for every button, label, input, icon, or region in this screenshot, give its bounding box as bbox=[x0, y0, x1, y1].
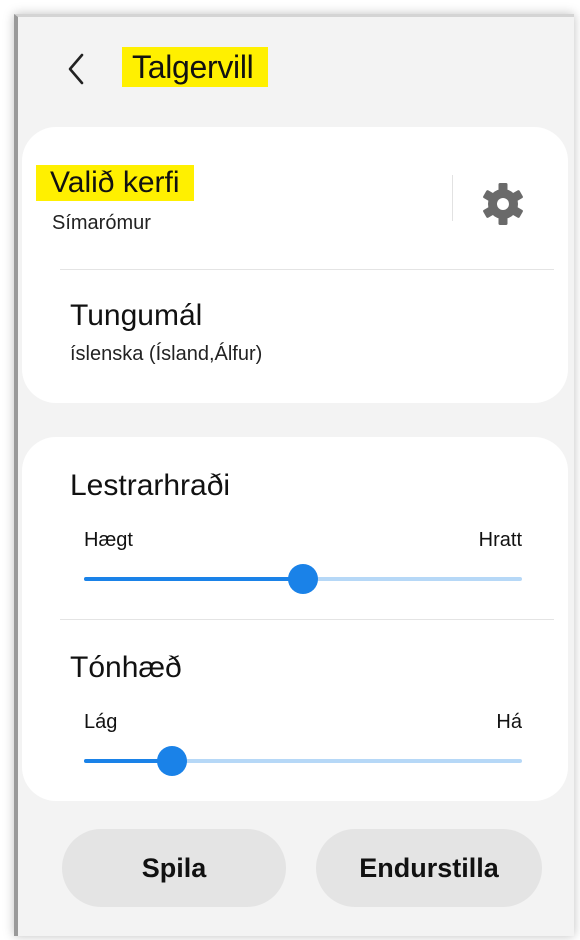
language-row[interactable]: Tungumál íslenska (Ísland,Álfur) bbox=[22, 269, 568, 403]
reset-button[interactable]: Endurstilla bbox=[316, 829, 542, 907]
back-button[interactable] bbox=[62, 47, 92, 91]
speech-controls-card: Lestrarhraði Hægt Hratt Tónhæð Lág Há bbox=[22, 437, 568, 801]
speech-rate-slider-fill bbox=[84, 577, 303, 581]
pitch-min-label: Lág bbox=[84, 711, 118, 733]
speech-rate-min-label: Hægt bbox=[84, 529, 133, 551]
tts-settings-screen: Talgervill Valið kerfi Símarómur Tungumá… bbox=[14, 14, 574, 936]
engine-settings-button[interactable] bbox=[478, 179, 528, 229]
pitch-slider[interactable] bbox=[84, 746, 522, 776]
speech-rate-slider-thumb[interactable] bbox=[288, 564, 318, 594]
app-header: Talgervill bbox=[18, 17, 574, 117]
preferred-engine-title: Valið kerfi bbox=[36, 165, 194, 201]
play-button[interactable]: Spila bbox=[62, 829, 286, 907]
speech-rate-title: Lestrarhraði bbox=[70, 469, 231, 502]
page-title: Talgervill bbox=[122, 47, 268, 87]
pitch-block: Tónhæð Lág Há bbox=[22, 619, 568, 799]
speech-rate-block: Lestrarhraði Hægt Hratt bbox=[22, 437, 568, 617]
preferred-engine-value: Símarómur bbox=[52, 212, 151, 234]
preferred-engine-row[interactable]: Valið kerfi Símarómur bbox=[22, 127, 568, 267]
vertical-divider bbox=[452, 175, 453, 221]
pitch-slider-thumb[interactable] bbox=[156, 746, 187, 776]
pitch-title: Tónhæð bbox=[70, 651, 182, 684]
pitch-max-label: Há bbox=[496, 711, 522, 733]
language-value: íslenska (Ísland,Álfur) bbox=[70, 343, 263, 365]
language-title: Tungumál bbox=[70, 299, 203, 332]
speech-rate-slider[interactable] bbox=[84, 564, 522, 594]
chevron-left-icon bbox=[68, 53, 84, 85]
engine-language-card: Valið kerfi Símarómur Tungumál íslenska … bbox=[22, 127, 568, 403]
speech-rate-max-label: Hratt bbox=[478, 529, 522, 551]
gear-icon bbox=[483, 183, 523, 225]
